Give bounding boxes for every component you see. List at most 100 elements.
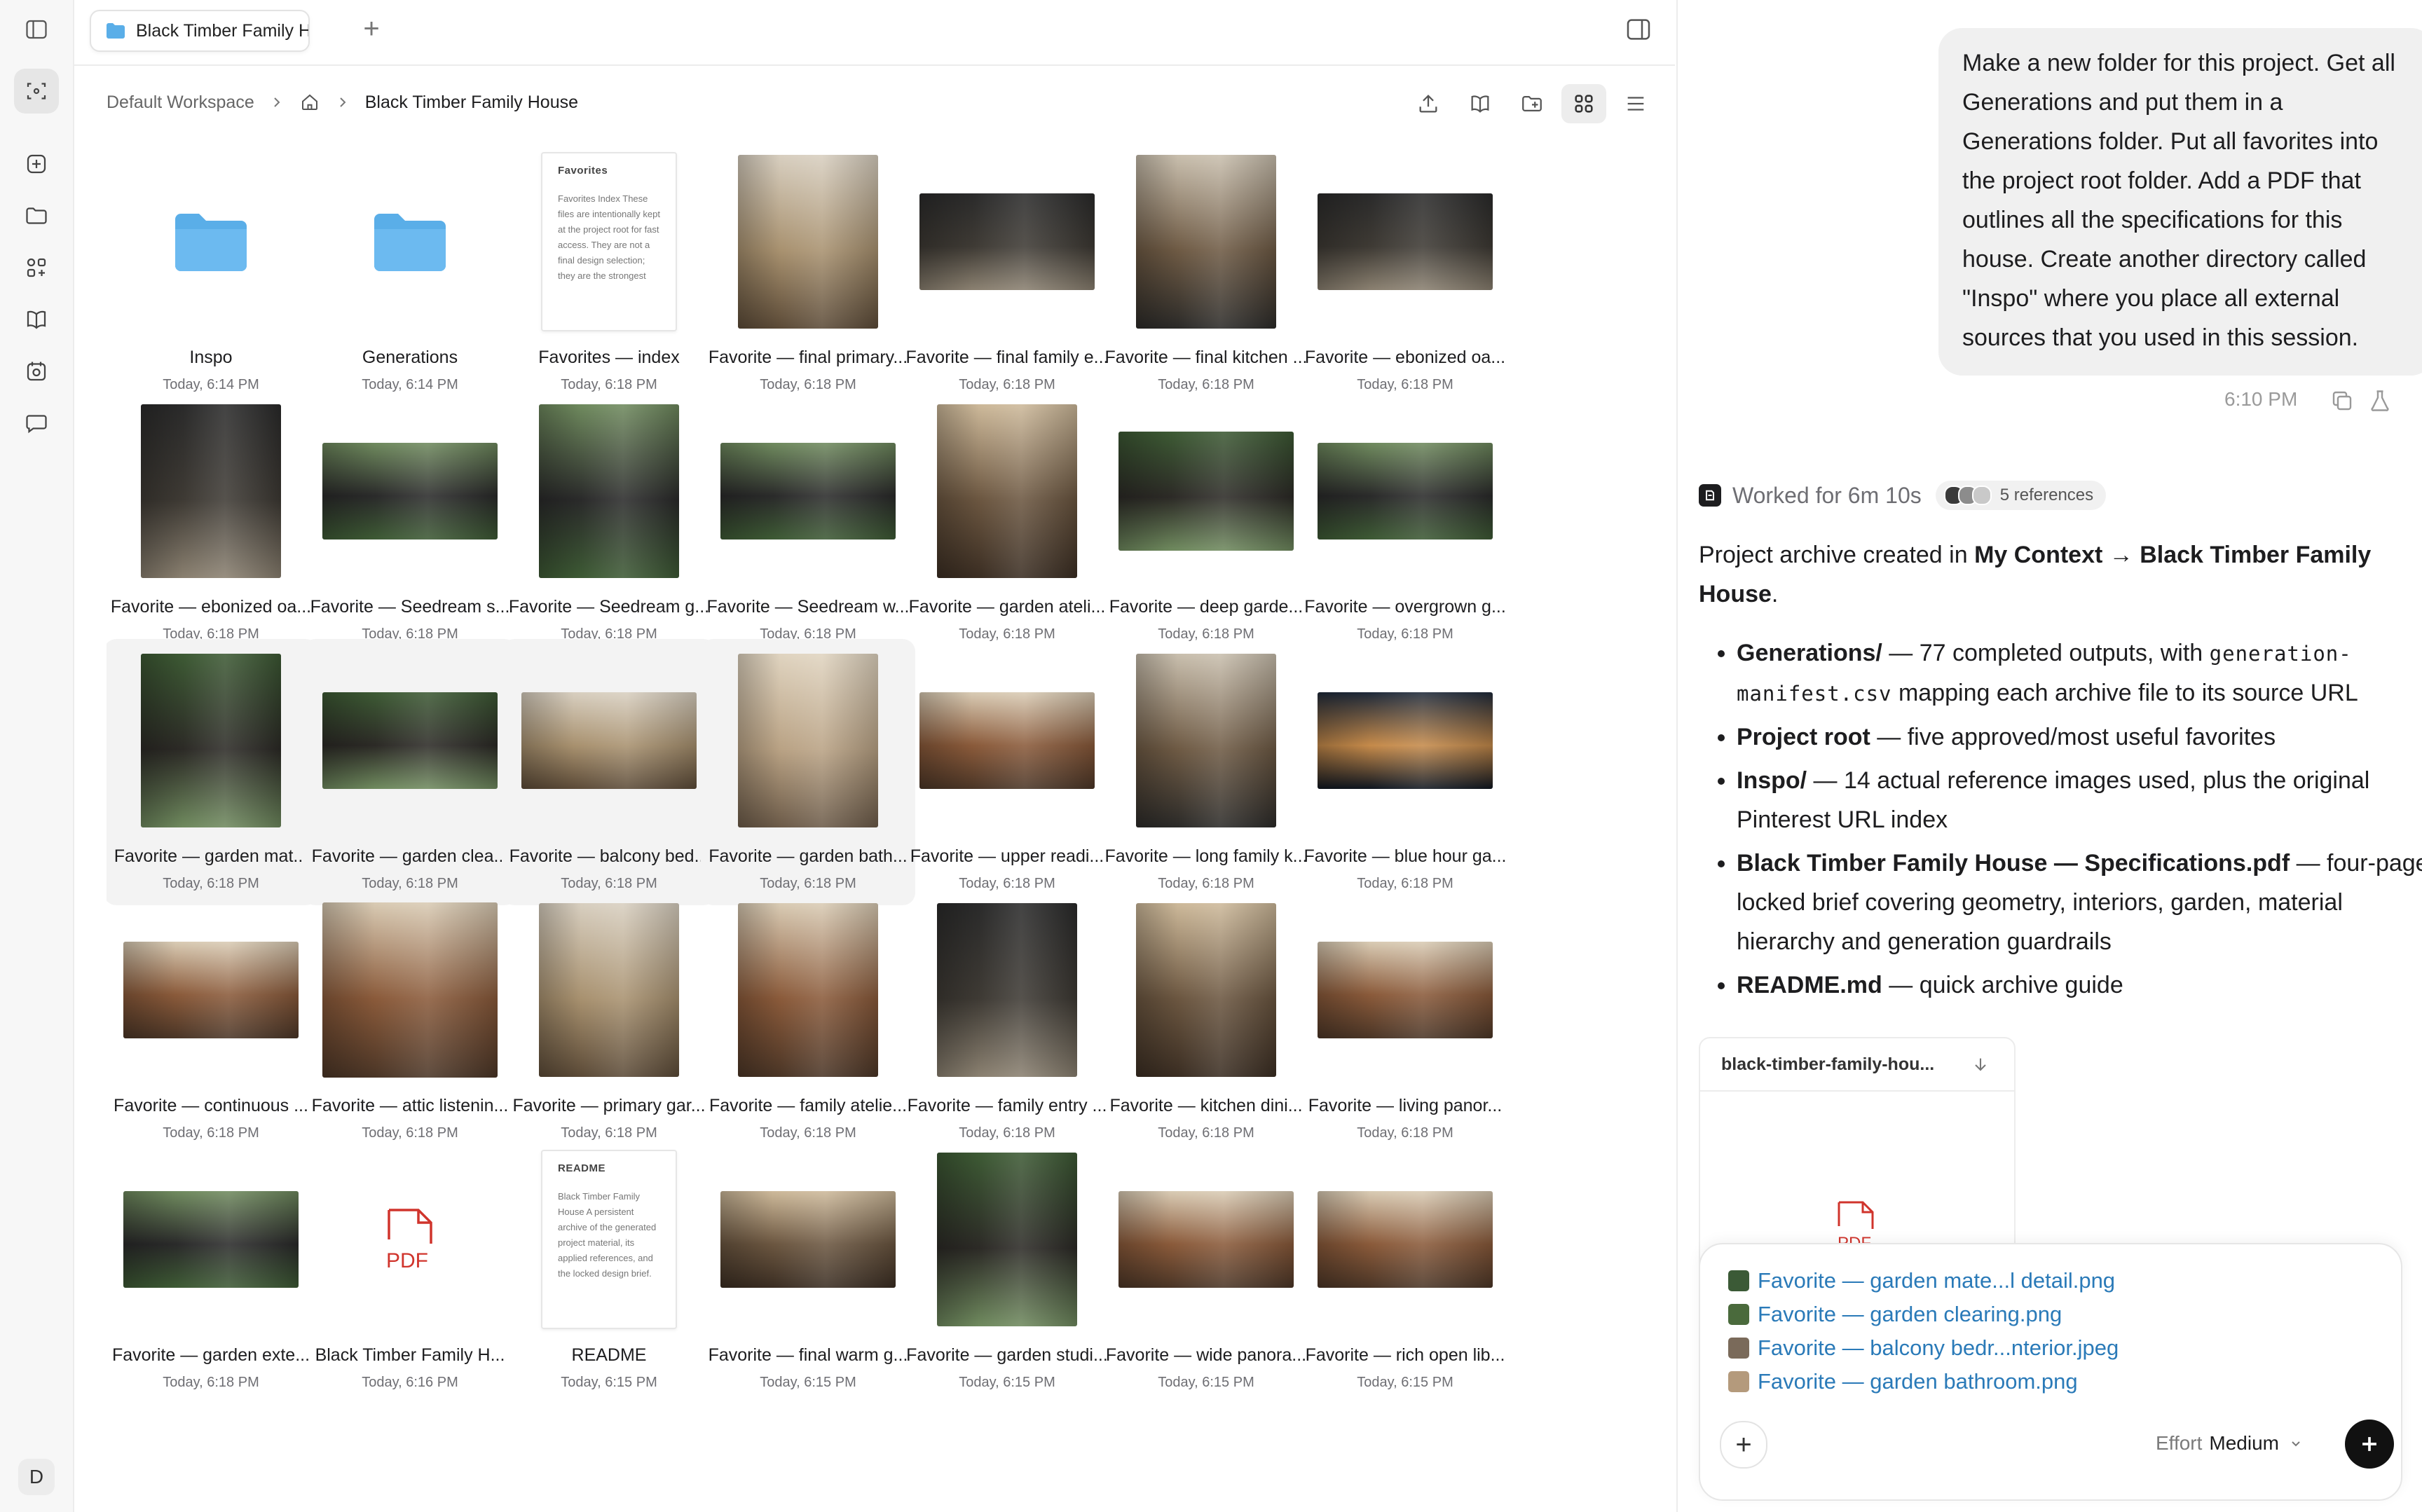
image-item[interactable]: Favorite — rich open lib... Today, 6:15 P… [1298,1138,1512,1404]
sidebar-toggle-icon[interactable] [20,13,53,46]
bullet-title: README.md [1737,972,1882,998]
upload-icon[interactable] [1406,84,1451,123]
svg-text:PDF: PDF [386,1249,428,1272]
item-name: Favorite — final warm g... [708,1345,908,1365]
image-item[interactable]: Favorite — final warm g... Today, 6:15 PM [701,1138,915,1404]
item-date: Today, 6:15 PM [1357,1375,1453,1390]
flask-icon[interactable] [2367,388,2393,413]
image-item[interactable]: Favorite — living panor... Today, 6:18 PM [1298,888,1512,1155]
effort-selector[interactable]: Effort Medium [2156,1432,2303,1455]
image-item[interactable]: Favorite — long family k... Today, 6:18 P… [1099,639,1313,905]
item-date: Today, 6:16 PM [362,1375,458,1390]
list-view-icon[interactable] [1613,84,1658,123]
item-name: Favorite — wide panora... [1105,1345,1307,1365]
new-folder-icon[interactable] [1510,84,1554,123]
image-item[interactable]: Favorite — garden mat... Today, 6:18 PM [107,639,318,905]
home-icon[interactable] [299,92,320,113]
item-name: Inspo [189,348,233,367]
tab-black-timber[interactable]: Black Timber Family House [90,10,310,52]
thumbnail [701,639,915,842]
file-item[interactable]: Favorites Favorites Index These files are… [502,147,716,406]
image-item[interactable]: Favorite — family atelie... Today, 6:18 P… [701,888,915,1155]
file-item[interactable]: PDF Black Timber Family H... Today, 6:16 P… [303,1138,517,1404]
copy-icon[interactable] [2329,388,2355,413]
attachment-name: Favorite — garden clearing.png [1758,1302,2062,1326]
avatar[interactable]: D [18,1459,55,1495]
image-item[interactable]: Favorite — deep garde... Today, 6:18 PM [1099,390,1313,656]
document-preview-text: Favorites Index These files are intentio… [558,193,660,281]
summary-text: . [1771,581,1779,607]
image-item[interactable]: Favorite — final family e... Today, 6:18 … [900,147,1114,406]
image-item[interactable]: Favorite — blue hour ga... Today, 6:18 PM [1298,639,1512,905]
image-item[interactable]: Favorite — upper readi... Today, 6:18 PM [900,639,1114,905]
attachment-thumb [1728,1304,1749,1325]
breadcrumb-workspace[interactable]: Default Workspace [107,92,254,113]
file-grid: Inspo Today, 6:14 PM Generations Today, 6:1… [107,147,1634,1512]
schedule-icon[interactable] [20,355,53,388]
image-item[interactable]: Favorite — balcony bed... Today, 6:18 PM [502,639,716,905]
folder-item[interactable]: Inspo Today, 6:14 PM [107,147,318,406]
references-chip[interactable]: 5 references [1935,481,2107,510]
item-name: Favorites — index [538,348,680,367]
summary-bullet: Project root — five approved/most useful… [1737,717,2422,757]
image-thumbnail [738,155,878,329]
folder-icon[interactable] [20,199,53,233]
download-icon[interactable] [1971,1055,1990,1075]
image-thumbnail [1136,155,1276,329]
image-item[interactable]: Favorite — primary gar... Today, 6:18 PM [502,888,716,1155]
item-name: Favorite — Seedream s... [310,597,510,617]
send-button[interactable] [2345,1420,2394,1469]
add-attachment-button[interactable]: + [1720,1421,1767,1469]
document-preview: README Black Timber Family House A persis… [541,1150,677,1329]
apps-icon[interactable] [20,251,53,284]
new-chat-icon[interactable] [20,147,53,181]
new-tab-button[interactable]: + [357,15,385,43]
chat-panel: Make a new folder for this project. Get … [1676,0,2422,1512]
image-item[interactable]: Favorite — overgrown g... Today, 6:18 PM [1298,390,1512,656]
bullet-title: Black Timber Family House — Specificatio… [1737,850,2290,877]
image-item[interactable]: Favorite — garden studi... Today, 6:15 PM [900,1138,1114,1404]
image-item[interactable]: Favorite — Seedream w... Today, 6:18 PM [701,390,915,656]
image-item[interactable]: Favorite — continuous ... Today, 6:18 PM [107,888,318,1155]
context-icon[interactable] [14,69,59,114]
image-thumbnail [1318,942,1493,1038]
thumbnail [701,888,915,1092]
library-icon[interactable] [20,303,53,336]
image-item[interactable]: Favorite — garden ateli... Today, 6:18 PM [900,390,1114,656]
image-item[interactable]: Favorite — family entry ... Today, 6:18 P… [900,888,1114,1155]
worked-duration: Worked for 6m 10s [1732,482,1922,508]
image-item[interactable]: Favorite — final kitchen ... Today, 6:18 … [1099,147,1313,406]
image-item[interactable]: Favorite — Seedream g... Today, 6:18 PM [502,390,716,656]
attachment-item[interactable]: Favorite — balcony bedr...nterior.jpeg [1728,1335,2119,1361]
book-icon[interactable] [1458,84,1503,123]
right-panel-toggle-icon[interactable] [1624,15,1653,43]
image-item[interactable]: Favorite — wide panora... Today, 6:15 PM [1099,1138,1313,1404]
image-item[interactable]: Favorite — Seedream s... Today, 6:18 PM [303,390,517,656]
grid-view-icon[interactable] [1561,84,1606,123]
attachment-item[interactable]: Favorite — garden clearing.png [1728,1302,2062,1327]
image-item[interactable]: Favorite — ebonized oa... Today, 6:18 PM [1298,147,1512,406]
item-name: Favorite — long family k... [1104,846,1308,866]
folder-item[interactable]: Generations Today, 6:14 PM [303,147,517,406]
image-item[interactable]: Favorite — kitchen dini... Today, 6:18 PM [1099,888,1313,1155]
thumbnail [502,888,716,1092]
attachment-item[interactable]: Favorite — garden mate...l detail.png [1728,1268,2115,1293]
image-item[interactable]: Favorite — attic listenin... Today, 6:18 … [303,888,517,1155]
image-item[interactable]: Favorite — final primary... Today, 6:18 P… [701,147,915,406]
image-item[interactable]: Favorite — garden clea... Today, 6:18 PM [303,639,517,905]
image-item[interactable]: Favorite — garden bath... Today, 6:18 PM [701,639,915,905]
attachment-name: Favorite — garden bathroom.png [1758,1369,2078,1394]
chat-icon[interactable] [20,406,53,440]
item-name: Black Timber Family H... [315,1345,505,1365]
file-item[interactable]: README Black Timber Family House A persis… [502,1138,716,1404]
image-thumbnail [521,692,697,789]
thumbnail [900,147,1114,343]
attachment-item[interactable]: Favorite — garden bathroom.png [1728,1369,2078,1394]
thumbnail [107,1138,318,1341]
image-item[interactable]: Favorite — garden exte... Today, 6:18 PM [107,1138,318,1404]
image-item[interactable]: Favorite — ebonized oa... Today, 6:18 PM [107,390,318,656]
attachment-thumb [1728,1338,1749,1359]
bullet-title: Generations/ [1737,640,1882,666]
reference-thumb [1971,486,1992,505]
message-composer[interactable]: Favorite — garden mate...l detail.png Fav… [1699,1243,2402,1501]
